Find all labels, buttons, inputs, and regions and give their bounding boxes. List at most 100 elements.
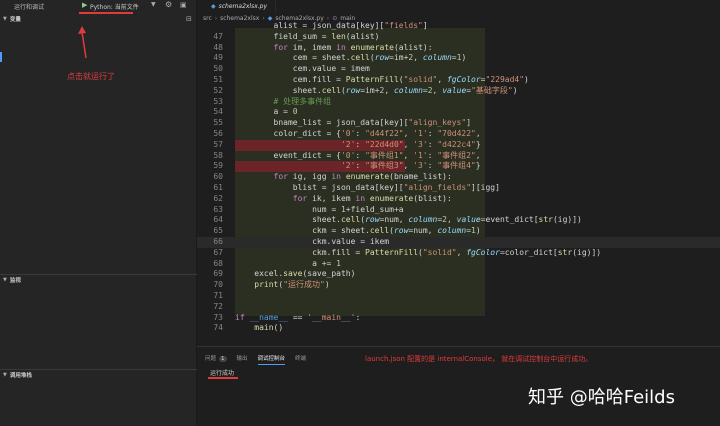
code-editor[interactable]: alist = json_data[key]["fields"] 47 field… xyxy=(197,21,720,346)
line-number: 52 xyxy=(213,85,223,95)
code-line: 71 xyxy=(197,291,720,302)
line-number: 51 xyxy=(213,75,223,84)
code-line: 57 '2': "22d4d0", '3': "d422c4"} xyxy=(197,139,720,151)
code-text: alist = json_data[key]["fields"] xyxy=(235,21,428,30)
section-callstack-label: 调用堆栈 xyxy=(9,373,32,379)
line-number: 50 xyxy=(213,64,223,74)
annotation-text: 点击就运行了 xyxy=(67,72,115,81)
line-number: 57 xyxy=(213,139,223,149)
tab-terminal[interactable]: 终端 xyxy=(295,354,306,365)
code-line: 47 field_sum = len(alist) xyxy=(197,32,720,43)
line-number: 56 xyxy=(213,129,223,138)
tab-debug-console[interactable]: 调试控制台 xyxy=(257,354,286,365)
line-number: 63 xyxy=(213,204,223,214)
line-number: 71 xyxy=(213,291,223,300)
annotation-message: launch.json 配置的是 internalConsole， 就在调试控制… xyxy=(365,355,593,363)
section-watch-label: 监视 xyxy=(9,278,21,284)
line-number: 61 xyxy=(213,183,223,192)
line-number: 73 xyxy=(213,312,223,322)
panel-tabs: 问题 1 输出 调试控制台 终端 xyxy=(205,354,306,365)
collapse-all-icon[interactable]: ⊟ xyxy=(186,15,192,23)
code-text: field_sum = len(alist) xyxy=(235,31,380,41)
debug-config-select[interactable]: Python: 当前文件 xyxy=(90,2,139,11)
line-number: 70 xyxy=(213,280,223,290)
code-text: ckm = sheet.cell(row=num, column=1) xyxy=(235,226,481,236)
code-line: 49 cem = sheet.cell(row=im+2, column=1) xyxy=(197,53,720,64)
code-text: '2': "22d4d0", '3': "d422c4"} xyxy=(340,139,481,149)
code-text: '2': "事件组3", '3': "事件组4"} xyxy=(340,161,481,171)
code-line: 51 cem.fill = PatternFill("solid", fgCol… xyxy=(197,75,720,86)
code-line: 54 a = 0 xyxy=(197,107,720,118)
code-line: 70 print("运行成功") xyxy=(197,280,720,291)
chevron-down-icon: ▼ xyxy=(3,372,7,378)
code-line: 65 ckm = sheet.cell(row=num, column=1) xyxy=(197,226,720,237)
line-number: 72 xyxy=(213,301,223,311)
code-text: sheet.cell(row=num, column=2, value=even… xyxy=(235,215,582,225)
code-text: bname_list = json_data[key]["align_keys"… xyxy=(235,118,472,128)
code-text: color_dict = {'0': "d44f22", '1': "70d42… xyxy=(235,129,481,138)
code-line: 63 num = 1+field_sum+a xyxy=(197,205,720,216)
chevron-down-icon: ▼ xyxy=(3,277,7,283)
section-callstack[interactable]: ▼ 调用堆栈 xyxy=(0,370,197,380)
annotation-arrow xyxy=(78,26,87,59)
code-text: a += 1 xyxy=(235,258,341,268)
line-number: 48 xyxy=(213,42,223,52)
line-number: 60 xyxy=(213,172,223,182)
line-number: 62 xyxy=(213,193,223,203)
line-number: 68 xyxy=(213,258,223,268)
code-line: 69 excel.save(save_path) xyxy=(197,269,720,280)
line-number: 54 xyxy=(213,107,223,117)
line-number: 53 xyxy=(213,96,223,106)
gear-icon[interactable]: ⚙ xyxy=(165,0,172,9)
tab-problems[interactable]: 问题 1 xyxy=(205,354,227,365)
code-text: print("运行成功") xyxy=(254,280,330,290)
code-line: 72 xyxy=(197,302,720,313)
activity-indicator xyxy=(0,52,2,62)
tab-schema2xlsx[interactable]: ◆ schema2xlsx.py xyxy=(197,0,277,13)
code-line: 61 blist = json_data[key]["align_fields"… xyxy=(197,183,720,194)
code-line: 55 bname_list = json_data[key]["align_ke… xyxy=(197,118,720,129)
tab-output[interactable]: 输出 xyxy=(237,354,248,365)
code-text: event_dict = {'0': "事件组1", '1': "事件组2", xyxy=(235,150,481,160)
problems-count-badge: 1 xyxy=(219,356,227,362)
tab-label: schema2xlsx.py xyxy=(218,3,268,10)
code-line: 48 for im, imem in enumerate(alist): xyxy=(197,43,720,54)
line-number: 59 xyxy=(213,161,223,171)
tab-problems-label: 问题 xyxy=(205,356,217,362)
line-number: 74 xyxy=(213,323,223,333)
code-text: num = 1+field_sum+a xyxy=(235,204,404,214)
code-text: sheet.cell(row=im+2, column=2, value="基础… xyxy=(235,85,518,95)
code-line: 67 ckm.fill = PatternFill("solid", fgCol… xyxy=(197,248,720,259)
debug-sidebar: 运行和调试 ▶ Python: 当前文件 ▼ ⚙ ▣ ▼ 变量 ⊟ 点击就运行了… xyxy=(0,0,197,426)
code-text: excel.save(save_path) xyxy=(235,269,356,279)
code-line: 58 event_dict = {'0': "事件组1", '1': "事件组2… xyxy=(197,151,720,162)
code-line: 60 for ig, igg in enumerate(bname_list): xyxy=(197,172,720,183)
start-debug-icon[interactable]: ▶ xyxy=(82,1,87,9)
code-line: 68 a += 1 xyxy=(197,259,720,270)
code-line: 59 '2': "事件组3", '3': "事件组4"} xyxy=(197,161,720,173)
chevron-down-icon: ▼ xyxy=(3,16,7,22)
code-line: 56 color_dict = {'0': "d44f22", '1': "70… xyxy=(197,129,720,140)
section-watch[interactable]: ▼ 监视 xyxy=(0,275,197,285)
code-text: a = 0 xyxy=(235,107,298,117)
section-variables[interactable]: ▼ 变量 xyxy=(0,14,197,24)
line-number: 55 xyxy=(213,118,223,128)
debug-console-icon[interactable]: ▣ xyxy=(180,1,187,9)
code-line: 53 # 处理多事件组 xyxy=(197,97,720,108)
code-line: 52 sheet.cell(row=im+2, column=2, value=… xyxy=(197,86,720,97)
code-text: cem.value = imem xyxy=(235,64,370,74)
chevron-down-icon[interactable]: ▼ xyxy=(151,1,156,8)
run-toolbar: 运行和调试 ▶ Python: 当前文件 ▼ ⚙ ▣ xyxy=(0,0,197,14)
line-number: 65 xyxy=(213,226,223,236)
code-text: if __name__ == '__main__': xyxy=(235,312,361,322)
code-text: cem.fill = PatternFill("solid", fgColor=… xyxy=(235,75,529,84)
line-number: 69 xyxy=(213,269,223,279)
line-number: 64 xyxy=(213,215,223,225)
python-file-icon: ◆ xyxy=(211,3,216,10)
code-line: 64 sheet.cell(row=num, column=2, value=e… xyxy=(197,215,720,226)
code-line: alist = json_data[key]["fields"] xyxy=(197,21,720,32)
line-number: 66 xyxy=(213,237,223,246)
line-number: 67 xyxy=(213,247,223,257)
code-line: 74 main() xyxy=(197,323,720,334)
code-text: for ik, ikem in enumerate(blist): xyxy=(292,193,452,203)
